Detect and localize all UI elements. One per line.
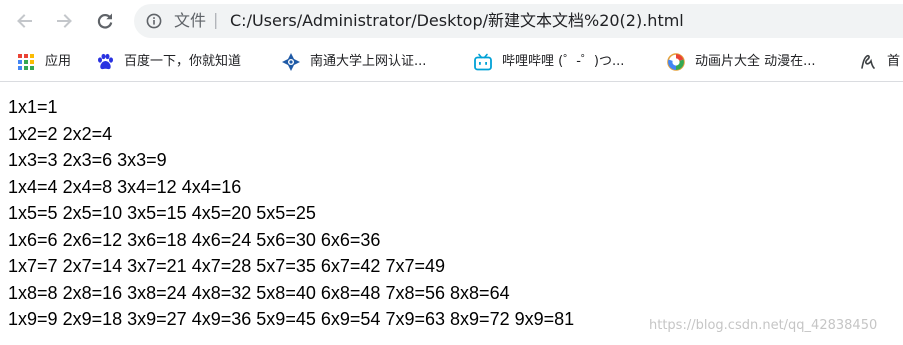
equation: 6x6=36	[320, 229, 381, 250]
equation: 3x6=18	[127, 229, 187, 250]
info-circle-icon[interactable]	[146, 13, 162, 29]
bookmark-label: 动画片大全 动漫在...	[695, 54, 816, 69]
equation: 2x5=10	[62, 203, 123, 223]
bookmark-bilibili[interactable]: 哔哩哔哩 (゜-゜)つ...	[474, 50, 624, 74]
equation: 1x6=6	[8, 229, 58, 250]
reload-button[interactable]	[89, 5, 121, 37]
bookmark-apps[interactable]: 应用	[17, 50, 71, 74]
scheme-label: 文件	[174, 11, 207, 30]
table-row: 1x3=3 2x3=6 3x3=9	[8, 147, 888, 174]
url-text[interactable]: C:/Users/Administrator/Desktop/新建文本文档%20…	[230, 11, 684, 31]
equation: 4x8=32	[191, 282, 252, 303]
bookmark-ntu[interactable]: 南通大学上网认证...	[282, 50, 426, 74]
equation: 4x5=20	[191, 203, 252, 223]
equation: 1x1=1	[8, 97, 58, 117]
equation: 8x9=72	[450, 309, 510, 329]
equation: 2x6=12	[62, 229, 123, 250]
equation: 7x8=56	[385, 282, 446, 303]
arrow-left-icon	[17, 14, 32, 28]
bookmark-label: 首	[887, 54, 901, 69]
equation: 5x6=30	[256, 229, 316, 250]
reload-icon	[97, 13, 113, 29]
table-row: 1x5=5 2x5=10 3x5=15 4x5=20 5x5=25	[8, 200, 888, 227]
equation: 3x7=21	[127, 256, 187, 276]
equation: 1x4=4	[8, 176, 58, 197]
equation: 2x8=16	[62, 282, 123, 303]
apps-grid-icon	[17, 53, 35, 71]
equation: 2x2=4	[62, 123, 113, 144]
equation: 4x7=28	[191, 256, 252, 276]
equation: 9x9=81	[514, 309, 575, 329]
ntu-logo-icon	[282, 53, 300, 71]
equation: 1x9=9	[8, 309, 58, 329]
equation: 3x4=12	[117, 176, 177, 197]
baidu-paw-icon	[96, 53, 114, 71]
back-button[interactable]	[8, 5, 40, 37]
equation: 7x7=49	[385, 256, 446, 276]
table-row: 1x6=6 2x6=12 3x6=18 4x6=24 5x6=30 6x6=36	[8, 227, 888, 254]
donghua-logo-icon	[667, 53, 685, 71]
bookmark-label: 应用	[45, 54, 72, 69]
csdn-watermark: https://blog.csdn.net/qq_42838450	[649, 318, 878, 333]
equation: 5x8=40	[256, 282, 316, 303]
equation: 2x4=8	[62, 176, 113, 197]
equation: 2x9=18	[62, 309, 123, 329]
bookmark-baidu[interactable]: 百度一下，你就知道	[96, 50, 241, 74]
table-row: 1x2=2 2x2=4	[8, 121, 888, 148]
equation: 7x9=63	[385, 309, 446, 329]
equation: 2x3=6	[62, 150, 113, 170]
equation: 3x9=27	[127, 309, 187, 329]
equation: 3x8=24	[127, 282, 187, 303]
table-row: 1x8=8 2x8=16 3x8=24 4x8=32 5x8=40 6x8=48…	[8, 280, 888, 307]
equation: 1x5=5	[8, 203, 58, 223]
equation: 8x8=64	[450, 282, 510, 303]
equation: 6x8=48	[320, 282, 381, 303]
equation: 5x7=35	[256, 256, 316, 276]
equation: 6x9=54	[320, 309, 381, 329]
equation: 1x2=2	[8, 123, 58, 144]
equation: 4x4=16	[181, 176, 242, 197]
bilibili-tv-icon	[474, 53, 492, 71]
bookmark-shou[interactable]: 首	[859, 50, 900, 74]
equation: 5x9=45	[256, 309, 316, 329]
equation: 1x7=7	[8, 256, 58, 276]
bookmark-label: 哔哩哔哩 (゜-゜)つ...	[502, 54, 625, 69]
table-row: 1x1=1	[8, 94, 888, 121]
multiplication-table: 1x1=1 1x2=2 2x2=4 1x3=3 2x3=6 3x3=9 1x4=4 2…	[8, 94, 888, 333]
bookmark-label: 南通大学上网认证...	[310, 54, 427, 69]
equation: 6x7=42	[320, 256, 381, 276]
table-row: 1x4=4 2x4=8 3x4=12 4x4=16	[8, 174, 888, 201]
equation: 2x7=14	[62, 256, 123, 276]
equation: 1x3=3	[8, 150, 58, 170]
forward-button[interactable]	[49, 5, 81, 37]
url-separator: |	[213, 10, 219, 29]
equation: 4x6=24	[191, 229, 252, 250]
table-row: 1x7=7 2x7=14 3x7=21 4x7=28 5x7=35 6x7=42…	[8, 253, 888, 280]
equation: 5x5=25	[256, 203, 316, 223]
bookmark-label: 百度一下，你就知道	[124, 54, 242, 69]
equation: 3x5=15	[127, 203, 187, 223]
bookmarks-bar: 应用 百度一下，你就知道 南通大学上网认证... 哔哩哔哩 (゜-゜)つ... …	[0, 42, 903, 82]
bookmark-donghua[interactable]: 动画片大全 动漫在...	[667, 50, 816, 74]
equation: 4x9=36	[191, 309, 252, 329]
handwriting-logo-icon	[859, 53, 877, 71]
browser-toolbar: 文件 | C:/Users/Administrator/Desktop/新建文本…	[0, 0, 903, 42]
address-bar[interactable]: 文件 | C:/Users/Administrator/Desktop/新建文本…	[134, 4, 903, 38]
equation: 1x8=8	[8, 282, 58, 303]
equation: 3x3=9	[117, 150, 167, 170]
arrow-right-icon	[57, 14, 72, 28]
